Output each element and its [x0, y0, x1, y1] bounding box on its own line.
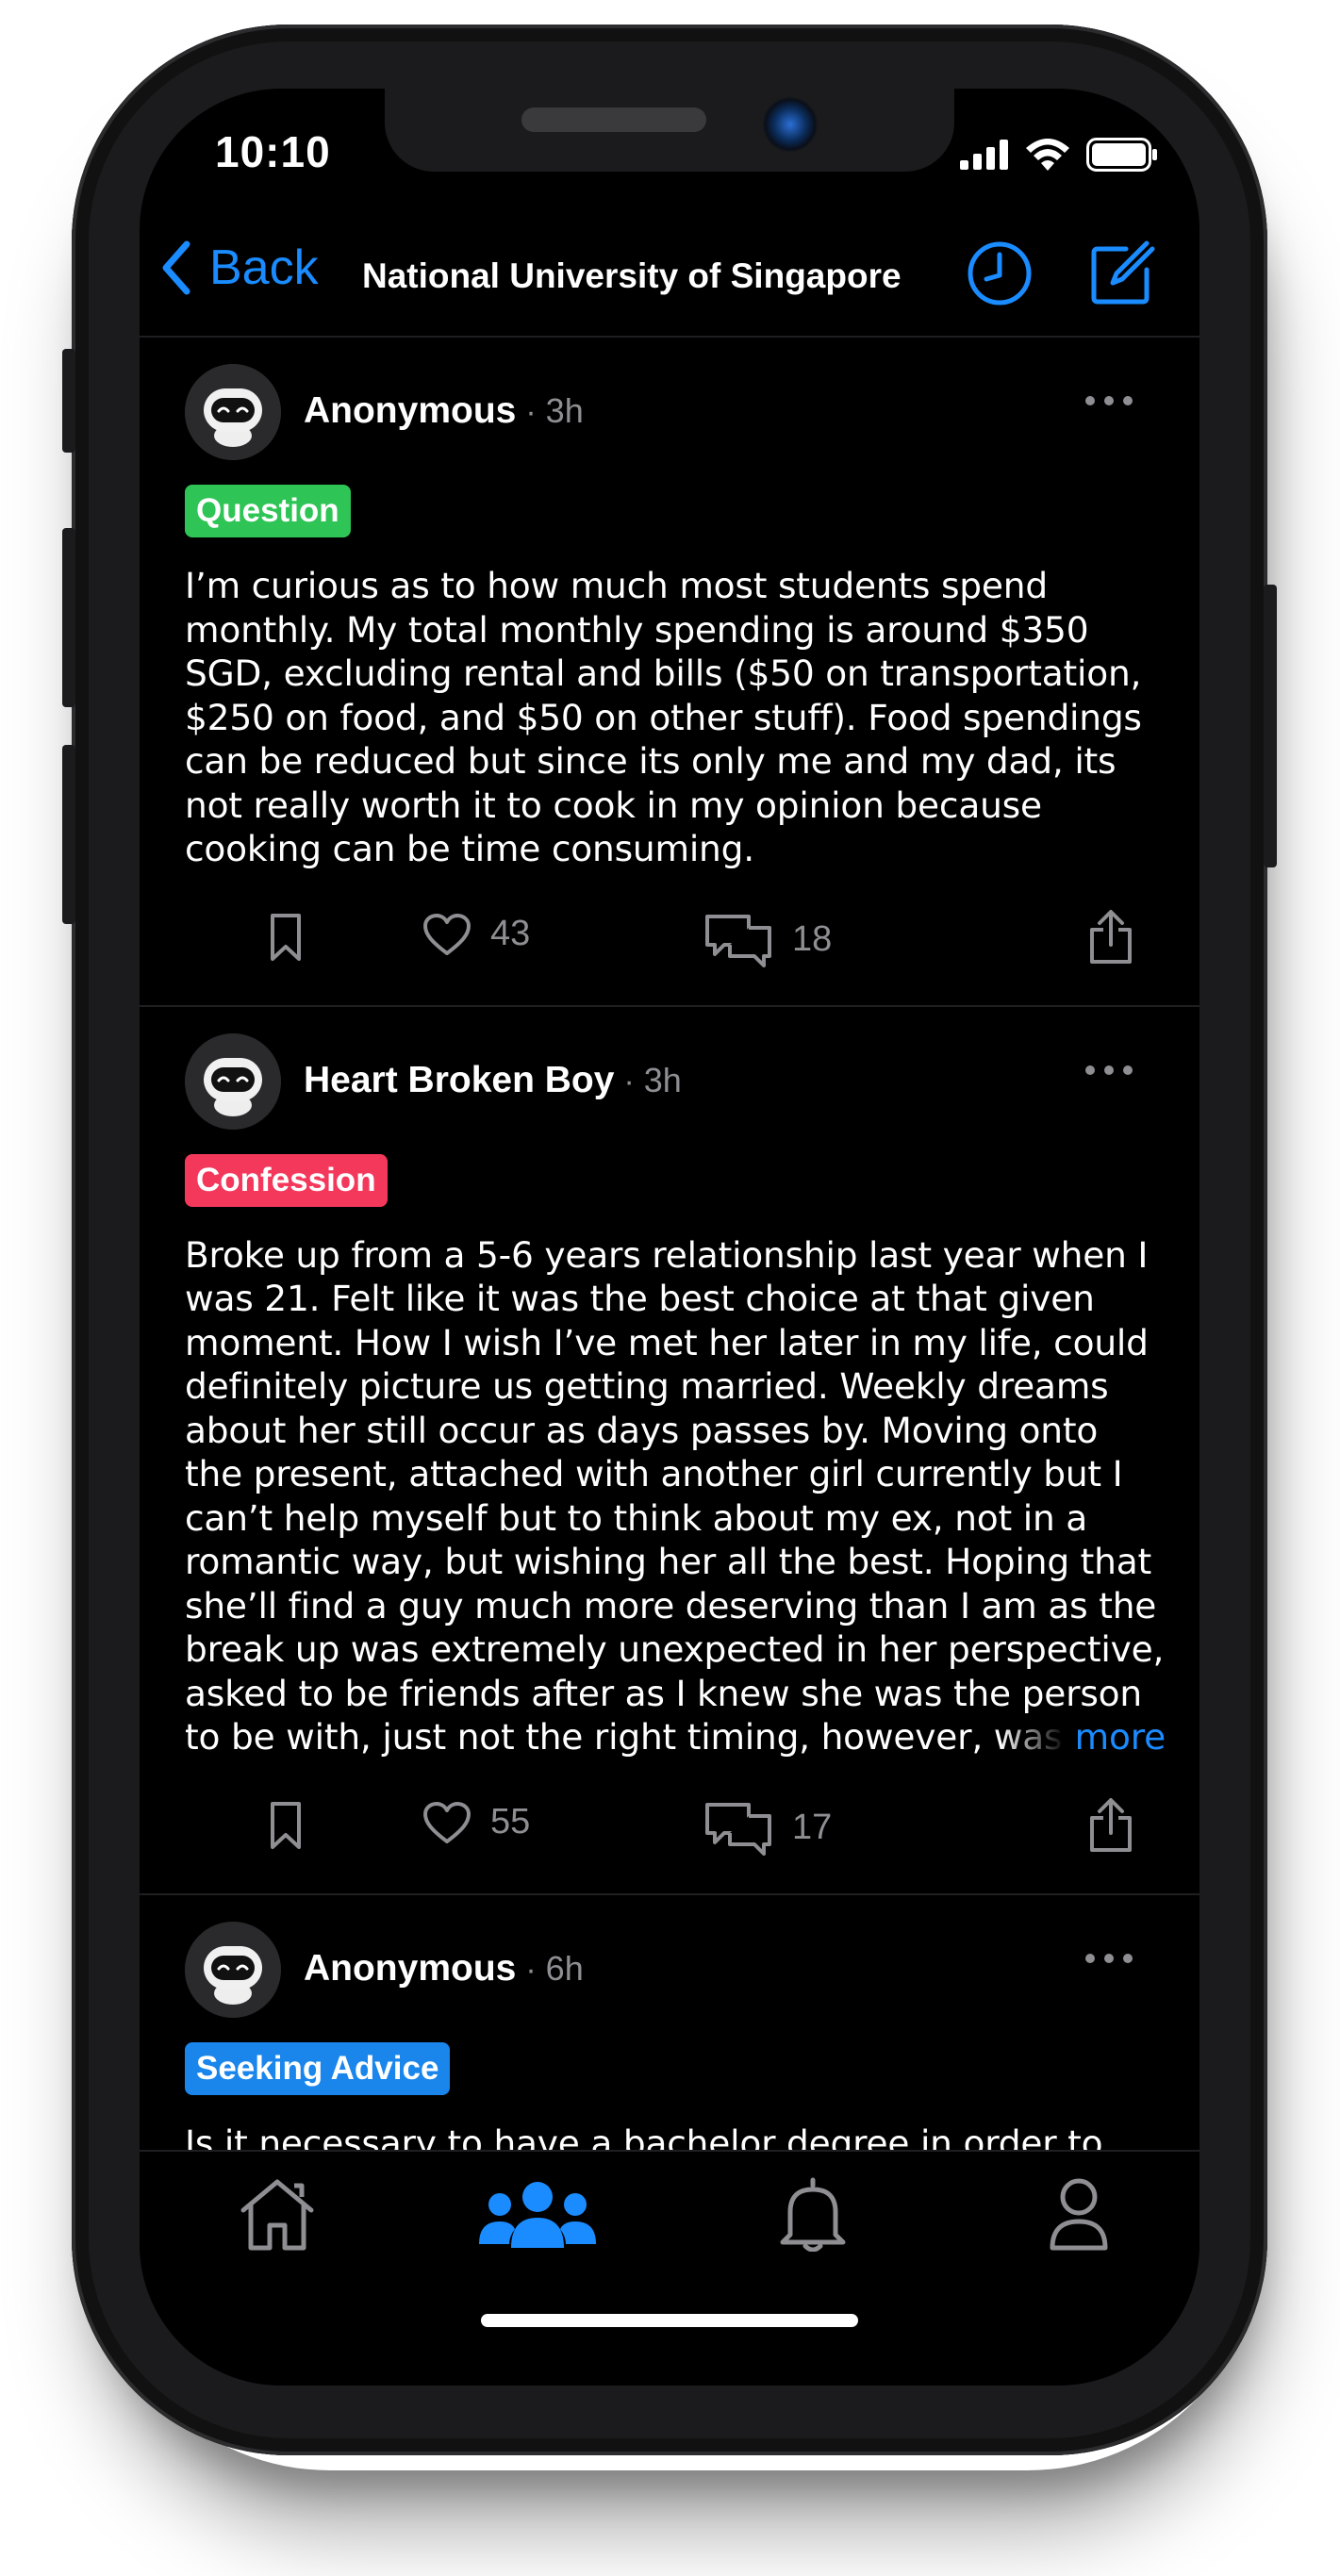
comment-button[interactable]: 17 — [703, 1801, 832, 1856]
comments-icon — [705, 914, 771, 967]
post-body-truncated[interactable]: Broke up from a 5-6 years relationship l… — [185, 1233, 1166, 1759]
separator-dot: · — [623, 1063, 635, 1099]
cellular-signal-icon — [960, 140, 1008, 170]
compose-icon[interactable] — [1088, 239, 1156, 307]
back-button[interactable]: Back — [160, 239, 319, 296]
post-body[interactable]: Is it necessary to have a bachelor degre… — [185, 2122, 1166, 2151]
front-camera — [762, 96, 819, 153]
post-time: 3h — [545, 391, 584, 430]
bookmark-icon[interactable] — [270, 913, 302, 962]
robot-avatar-icon[interactable] — [185, 364, 281, 460]
navigation-bar: Back National University of Singapore — [140, 221, 1199, 338]
tag-badge[interactable]: Seeking Advice — [185, 2041, 451, 2095]
read-more-link[interactable]: more — [999, 1715, 1166, 1759]
profile-icon[interactable] — [1034, 2176, 1124, 2252]
post-actions: 55 17 — [185, 1759, 1199, 1893]
volume-down-button — [62, 745, 75, 924]
author-name: Anonymous — [304, 1947, 517, 1989]
author-name: Heart Broken Boy — [304, 1059, 615, 1100]
volume-up-button — [62, 528, 75, 707]
comment-button[interactable]: 18 — [703, 913, 832, 967]
like-count: 55 — [490, 1802, 531, 1841]
like-button[interactable]: 55 — [422, 1801, 530, 1844]
wifi-icon — [1026, 139, 1069, 171]
comment-count: 17 — [792, 1808, 833, 1847]
more-options-icon[interactable] — [1081, 387, 1137, 415]
separator-dot: · — [525, 394, 537, 430]
more-options-icon[interactable] — [1081, 1056, 1137, 1084]
share-icon[interactable] — [1088, 1797, 1133, 1854]
post-time: 3h — [643, 1060, 682, 1099]
comments-icon — [705, 1802, 771, 1856]
home-icon[interactable] — [232, 2176, 323, 2252]
status-icons — [960, 138, 1158, 172]
battery-icon — [1086, 138, 1157, 172]
phone-screen: 10:10 Back National University of Singap… — [140, 89, 1199, 2386]
comment-count: 18 — [792, 919, 833, 959]
post-author[interactable]: Anonymous · 6h — [304, 1948, 584, 1990]
post-time: 6h — [545, 1948, 584, 1988]
post-card[interactable]: Heart Broken Boy · 3h Confession Broke up … — [140, 1007, 1199, 1895]
post-author[interactable]: Heart Broken Boy · 3h — [304, 1060, 682, 1101]
author-name: Anonymous — [304, 390, 517, 431]
status-time: 10:10 — [215, 127, 331, 176]
home-indicator[interactable] — [481, 2314, 858, 2327]
post-body: Broke up from a 5-6 years relationship l… — [185, 1233, 1165, 1759]
chevron-left-icon — [162, 240, 190, 295]
share-icon[interactable] — [1088, 909, 1133, 966]
notch — [385, 89, 954, 172]
like-count: 43 — [490, 914, 531, 953]
separator-dot: · — [525, 1951, 537, 1988]
robot-avatar-icon[interactable] — [185, 1032, 281, 1130]
community-icon[interactable] — [479, 2176, 596, 2252]
clock-icon[interactable] — [966, 239, 1034, 307]
like-button[interactable]: 43 — [422, 913, 530, 956]
tab-bar — [140, 2150, 1199, 2386]
robot-avatar-icon[interactable] — [185, 1921, 281, 2018]
speaker-grille — [521, 107, 706, 132]
back-label: Back — [209, 240, 319, 295]
post-feed[interactable]: Anonymous · 3h Question I’m curious as to … — [140, 338, 1199, 2150]
heart-icon — [423, 1801, 471, 1843]
power-button — [1264, 585, 1277, 867]
more-options-icon[interactable] — [1081, 1944, 1137, 1973]
bell-icon[interactable] — [768, 2176, 858, 2252]
post-actions: 43 18 — [185, 871, 1199, 1005]
post-header: Heart Broken Boy · 3h — [185, 1007, 1199, 1130]
post-author[interactable]: Anonymous · 3h — [304, 390, 584, 432]
post-body[interactable]: I’m curious as to how much most students… — [185, 564, 1166, 871]
post-header: Anonymous · 6h — [185, 1895, 1199, 2018]
post-card[interactable]: Anonymous · 3h Question I’m curious as to … — [140, 338, 1199, 1007]
bookmark-icon[interactable] — [270, 1801, 302, 1850]
post-card[interactable]: Anonymous · 6h Seeking Advice Is it necess… — [140, 1895, 1199, 2151]
page-title: National University of Singapore — [362, 256, 902, 295]
silent-switch — [62, 349, 75, 453]
tag-badge[interactable]: Question — [185, 485, 351, 537]
post-header: Anonymous · 3h — [185, 338, 1199, 460]
tag-badge[interactable]: Confession — [185, 1153, 388, 1207]
heart-icon — [423, 913, 471, 955]
